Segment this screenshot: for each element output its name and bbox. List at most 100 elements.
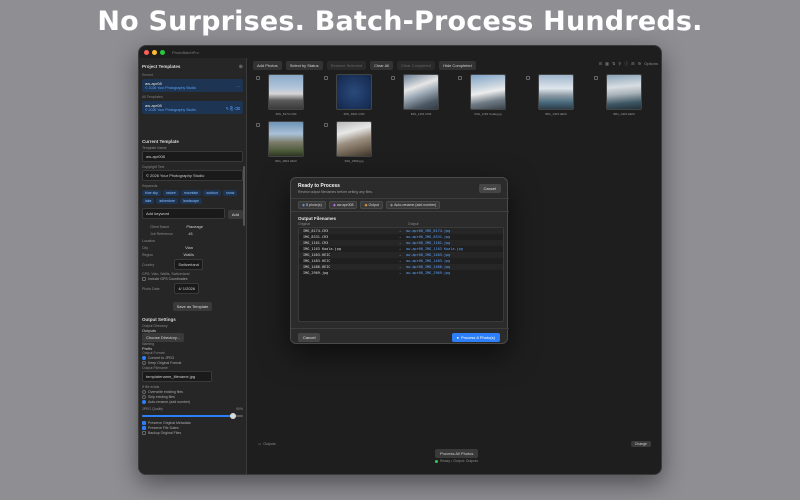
process-all-button[interactable]: Process All Photos <box>435 449 479 458</box>
app-title: PhotoBatchPro <box>172 49 199 55</box>
original-name: IMG_1486.HEIC <box>303 265 331 269</box>
keyword-tag[interactable]: nature <box>162 190 179 196</box>
template-edit-icon[interactable]: ✎ ⎘ ⌫ <box>226 106 240 111</box>
keyword-tag[interactable]: outdoor <box>203 190 222 196</box>
photo-checkbox[interactable] <box>256 123 260 127</box>
country-value[interactable]: Switzerland <box>174 259 203 270</box>
template-name-field[interactable]: aw-apr008 <box>142 151 243 162</box>
filter-icon[interactable]: ⚲ <box>618 61 621 67</box>
clear-all-button[interactable]: Clear All <box>370 60 394 70</box>
photo-thumbnail[interactable] <box>538 74 574 110</box>
photo-card[interactable]: IMG_2969.jpg <box>324 121 382 169</box>
grid-view-icon[interactable]: ▦ <box>605 61 609 67</box>
title-bar: PhotoBatchPro <box>139 46 661 58</box>
photo-checkbox[interactable] <box>391 76 395 80</box>
format-option-original[interactable]: Keep Original Format <box>142 361 243 365</box>
photo-card[interactable]: IMG_1403.HEIC <box>594 74 652 122</box>
gps-checkbox[interactable]: Include GPS Coordinates <box>142 277 243 281</box>
select-by-status-button[interactable]: Select by Status <box>285 60 323 70</box>
output-name: aw-apr08_IMG_8331.jpg <box>406 235 451 239</box>
add-template-icon[interactable]: ⊕ <box>239 64 243 70</box>
photo-card[interactable]: IMG_8174.CR3 <box>256 74 314 122</box>
clear-completed-button[interactable]: Clear Completed <box>397 60 436 70</box>
preserve-metadata-checkbox[interactable]: Preserve Original Metadata <box>142 421 243 425</box>
keyword-tag[interactable]: snow <box>223 190 238 196</box>
filenames-table: IMG_8174.CR3 → aw-apr08_IMG_8174.jpg IMG_8… <box>298 227 504 322</box>
city-value[interactable]: Vian <box>185 245 193 250</box>
headline: No Surprises. Batch-Process Hundreds. <box>97 6 703 37</box>
col-original: Original <box>298 222 311 226</box>
original-name: IMG_1403.HEIC <box>303 253 331 257</box>
photo-filename: IMG_2969.jpg <box>344 159 364 163</box>
add-keyword-input[interactable]: Add keyword <box>142 208 225 219</box>
change-output-button[interactable]: Change <box>630 441 651 447</box>
photo-date-field[interactable]: 4/ 1/2026 <box>174 283 199 294</box>
list-view-icon[interactable]: ☰ <box>599 61 603 67</box>
copyright-field[interactable]: © 2026 Your Photography Studio <box>142 170 243 181</box>
backup-originals-checkbox[interactable]: Backup Original Files <box>142 431 243 435</box>
arrow-icon: → <box>399 253 402 257</box>
job-reference-value[interactable]: #1 <box>189 231 193 236</box>
remove-selected-button[interactable]: Remove Selected <box>326 60 367 70</box>
photo-checkbox[interactable] <box>458 76 462 80</box>
original-name: IMG_2969.jpg <box>303 271 329 275</box>
info-icon[interactable]: ⓘ <box>624 61 628 67</box>
photo-thumbnail[interactable] <box>336 121 372 157</box>
region-value[interactable]: Wallis <box>183 252 194 257</box>
photo-checkbox[interactable] <box>324 123 328 127</box>
photo-card[interactable]: IMG_1163 Koala.jpg <box>458 74 516 122</box>
template-actions-icon[interactable]: ⋯ <box>236 84 240 89</box>
zoom-window-button[interactable] <box>160 49 165 55</box>
photo-thumbnail[interactable] <box>470 74 506 110</box>
slider-knob[interactable] <box>229 413 236 419</box>
photo-checkbox[interactable] <box>324 76 328 80</box>
keyword-tag[interactable]: adventure <box>156 198 178 204</box>
jpeg-quality-slider[interactable] <box>142 413 243 419</box>
exists-option-rename[interactable]: Auto-rename (add number) <box>142 400 243 404</box>
choose-directory-button[interactable]: Choose Directory... <box>142 333 184 342</box>
photo-card[interactable]: IMG_8301.CR3 <box>324 74 382 122</box>
format-option-label: Convert to JPEG <box>148 356 175 360</box>
add-photos-button[interactable]: Add Photos <box>253 60 282 70</box>
photo-thumbnail[interactable] <box>403 74 439 110</box>
photo-checkbox[interactable] <box>526 76 530 80</box>
filename-pattern-field[interactable]: templatename_filename.jpg <box>142 371 212 382</box>
photo-thumbnail[interactable] <box>606 74 642 110</box>
zoom-icon[interactable]: ⊞ <box>631 61 634 67</box>
exists-option-overwrite[interactable]: Overwrite existing files <box>142 390 243 394</box>
process-photos-button[interactable]: ● Process 8 Photo(s) <box>451 333 500 342</box>
photo-thumbnail[interactable] <box>268 74 304 110</box>
options-label[interactable]: Options <box>644 61 658 67</box>
sidebar-scrollbar[interactable] <box>243 166 245 226</box>
photo-thumbnail[interactable] <box>336 74 372 110</box>
summary-chip: ◉ Auto-rename (add number) <box>386 201 441 209</box>
keyword-tag[interactable]: lake <box>142 198 155 204</box>
dialog-cancel-button-top[interactable]: Cancel <box>478 184 501 193</box>
keyword-tag[interactable]: landscape <box>180 198 202 204</box>
add-keyword-button[interactable]: Add <box>227 210 243 219</box>
keyword-tag[interactable]: mountain <box>180 190 202 196</box>
photo-checkbox[interactable] <box>594 76 598 80</box>
dialog-cancel-button[interactable]: Cancel <box>298 333 321 342</box>
template-name-label: Template Name <box>142 146 167 150</box>
photo-card[interactable]: IMG_1804.HEIC <box>256 121 314 169</box>
template-item[interactable]: aw-apr08 © 2026 Your Photography Studio … <box>142 101 243 114</box>
gps-note: GPS: Vian, Wallis, Switzerland <box>142 272 190 276</box>
photo-card[interactable]: IMG_1403.HEIC <box>526 74 584 122</box>
format-option-jpeg[interactable]: Convert to JPEG <box>142 356 243 360</box>
minimize-window-button[interactable] <box>152 49 157 55</box>
hide-completed-button[interactable]: Hide Completed <box>439 60 476 70</box>
preserve-dates-checkbox[interactable]: Preserve File Dates <box>142 426 243 430</box>
keyword-tag[interactable]: blue sky <box>142 190 161 196</box>
gear-icon[interactable]: ⚙ <box>638 61 642 67</box>
template-item-recent[interactable]: aw-apr08 © 2026 Your Photography Studio … <box>142 79 243 92</box>
sort-icon[interactable]: ⇅ <box>612 61 615 67</box>
photo-thumbnail[interactable] <box>268 121 304 157</box>
client-name-value[interactable]: Placeage <box>186 224 203 229</box>
exists-option-skip[interactable]: Skip existing files <box>142 395 243 399</box>
photo-checkbox[interactable] <box>256 76 260 80</box>
save-as-template-button[interactable]: Save as Template <box>172 302 213 311</box>
photo-card[interactable]: IMG_1161.CR3 <box>391 74 449 122</box>
close-window-button[interactable] <box>144 49 149 55</box>
all-templates-label: All Templates <box>142 95 163 99</box>
